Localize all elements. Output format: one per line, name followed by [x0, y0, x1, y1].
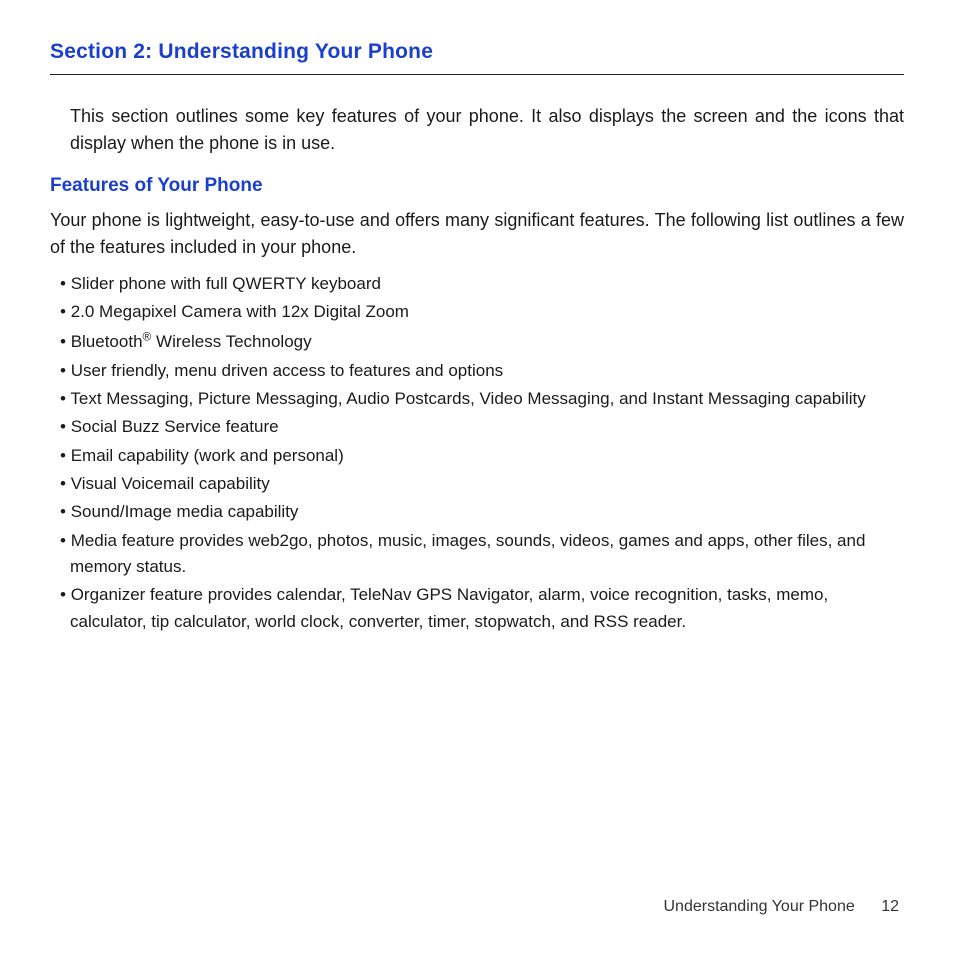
- list-item: Bluetooth® Wireless Technology: [60, 328, 904, 356]
- features-intro: Your phone is lightweight, easy-to-use a…: [50, 207, 904, 261]
- list-item: Sound/Image media capability: [60, 499, 904, 525]
- features-list: Slider phone with full QWERTY keyboard 2…: [50, 271, 904, 635]
- list-item: 2.0 Megapixel Camera with 12x Digital Zo…: [60, 299, 904, 325]
- footer-label: Understanding Your Phone: [663, 898, 854, 915]
- list-item: Email capability (work and personal): [60, 443, 904, 469]
- page-number: 12: [881, 898, 899, 915]
- intro-paragraph: This section outlines some key features …: [70, 103, 904, 157]
- page-footer: Understanding Your Phone 12: [663, 898, 899, 916]
- list-item-text: Bluetooth® Wireless Technology: [71, 332, 312, 351]
- features-heading: Features of Your Phone: [50, 175, 904, 197]
- list-item: Slider phone with full QWERTY keyboard: [60, 271, 904, 297]
- list-item: Visual Voicemail capability: [60, 471, 904, 497]
- list-item: Social Buzz Service feature: [60, 414, 904, 440]
- list-item: Organizer feature provides calendar, Tel…: [60, 582, 904, 635]
- list-item: Media feature provides web2go, photos, m…: [60, 528, 904, 581]
- list-item: Text Messaging, Picture Messaging, Audio…: [60, 386, 904, 412]
- section-title: Section 2: Understanding Your Phone: [50, 40, 904, 75]
- list-item: User friendly, menu driven access to fea…: [60, 358, 904, 384]
